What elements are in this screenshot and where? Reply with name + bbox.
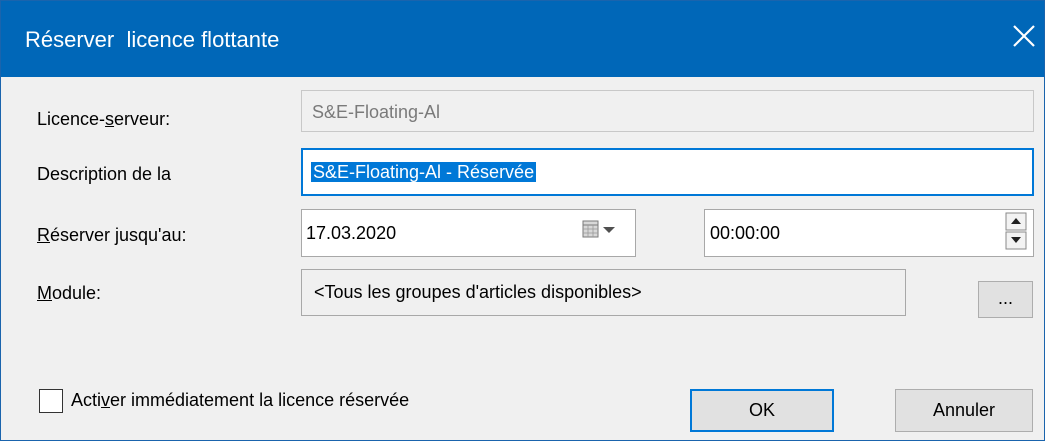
description-selected-text: S&E-Floating-Al - Réservée (311, 162, 537, 182)
spin-up-down-icon[interactable] (1005, 212, 1027, 250)
cancel-button[interactable]: Annuler (895, 389, 1033, 432)
reserve-until-label: Réserver jusqu'au: (37, 225, 187, 245)
description-label: Description de la (37, 164, 172, 184)
ok-button[interactable]: OK (690, 389, 834, 432)
description-field[interactable]: S&E-Floating-Al - Réservée (301, 148, 1034, 196)
activate-checkbox[interactable] (39, 389, 63, 413)
module-value: <Tous les groupes d'articles disponibles… (314, 282, 642, 302)
reserve-floating-license-dialog: Réserver licence flottante Licence-serve… (0, 0, 1045, 441)
module-browse-button[interactable]: ... (978, 281, 1033, 318)
reserve-time-field[interactable]: 00:00:00 (704, 209, 1034, 257)
server-license-label: Licence-serveur: (37, 109, 171, 129)
close-icon[interactable] (1009, 19, 1039, 53)
calendar-dropdown-icon[interactable] (577, 220, 625, 240)
server-license-field: S&E-Floating-Al (301, 90, 1034, 132)
reserve-date-value: 17.03.2020 (306, 223, 397, 243)
dialog-title: Réserver licence flottante (25, 27, 280, 52)
reserve-date-picker[interactable]: 17.03.2020 (301, 209, 636, 257)
module-label: Module: (37, 283, 102, 303)
title-bar[interactable]: Réserver licence flottante (1, 1, 1044, 77)
activate-checkbox-label[interactable]: Activer immédiatement la licence réservé… (71, 388, 409, 412)
reserve-time-value: 00:00:00 (710, 223, 781, 243)
module-field: <Tous les groupes d'articles disponibles… (301, 269, 906, 316)
server-license-value: S&E-Floating-Al (312, 102, 441, 122)
